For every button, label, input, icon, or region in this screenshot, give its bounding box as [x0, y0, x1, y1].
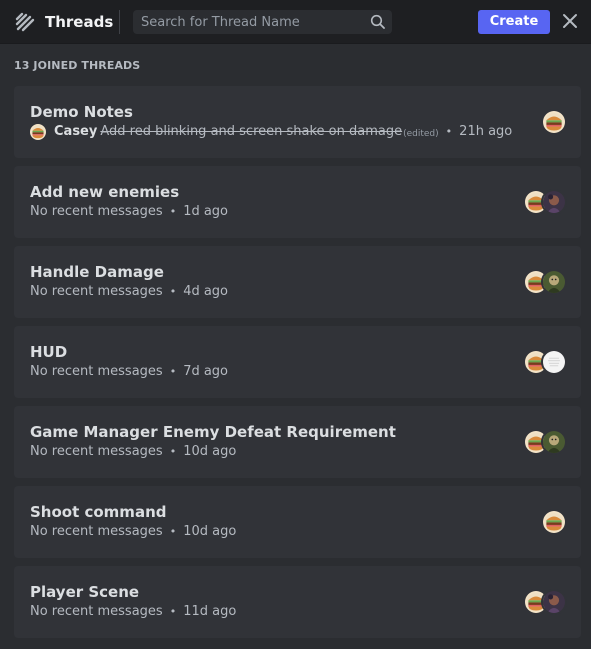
thread-time: 10d ago: [183, 444, 237, 459]
member-avatar: [541, 509, 567, 535]
thread-item[interactable]: Player Scene No recent messages • 11d ag…: [14, 566, 581, 638]
thread-item[interactable]: Demo Notes Casey Add red blinking and sc…: [14, 86, 581, 158]
thread-status: No recent messages • 1d ago: [30, 203, 228, 221]
thread-status: No recent messages • 10d ago: [30, 523, 236, 541]
status-text: No recent messages: [30, 284, 163, 299]
separator-dot: •: [445, 125, 453, 138]
thread-time: 4d ago: [183, 284, 229, 299]
search-icon: [370, 14, 385, 29]
thread-title: HUD: [30, 343, 68, 361]
member-avatars: [541, 109, 567, 135]
member-avatar: [541, 269, 567, 295]
separator-dot: •: [169, 605, 177, 618]
joined-threads-count: 13 JOINED THREADS: [14, 59, 141, 72]
threads-title: Threads: [45, 13, 114, 31]
thread-status: No recent messages • 10d ago: [30, 443, 236, 461]
thread-search: [133, 10, 392, 34]
thread-title: Add new enemies: [30, 183, 180, 201]
thread-list: Demo Notes Casey Add red blinking and sc…: [14, 86, 581, 646]
header-divider: [119, 10, 120, 34]
status-text: No recent messages: [30, 604, 163, 619]
threads-header: Threads Create: [0, 0, 591, 44]
message-author: Casey: [54, 124, 98, 139]
member-avatars: [523, 349, 567, 375]
status-text: No recent messages: [30, 364, 163, 379]
thread-item[interactable]: Handle Damage No recent messages • 4d ag…: [14, 246, 581, 318]
author-avatar: [30, 124, 46, 140]
thread-title: Handle Damage: [30, 263, 164, 281]
edited-tag: (edited): [403, 129, 439, 139]
thread-title: Demo Notes: [30, 103, 133, 121]
create-button[interactable]: Create: [478, 10, 550, 34]
thread-time: 1d ago: [183, 204, 229, 219]
threads-icon: [15, 12, 35, 32]
thread-status: No recent messages • 11d ago: [30, 603, 236, 621]
member-avatars: [523, 429, 567, 455]
close-icon[interactable]: [561, 12, 579, 30]
member-avatars: [523, 269, 567, 295]
thread-time: 21h ago: [459, 124, 513, 139]
status-text: No recent messages: [30, 204, 163, 219]
thread-title: Game Manager Enemy Defeat Requirement: [30, 423, 396, 441]
separator-dot: •: [169, 285, 177, 298]
member-avatar: [541, 589, 567, 615]
member-avatar: [541, 189, 567, 215]
thread-item[interactable]: Shoot command No recent messages • 10d a…: [14, 486, 581, 558]
thread-time: 10d ago: [183, 524, 237, 539]
member-avatars: [523, 189, 567, 215]
status-text: No recent messages: [30, 444, 163, 459]
member-avatars: [541, 509, 567, 535]
thread-status: No recent messages • 7d ago: [30, 363, 228, 381]
search-input[interactable]: [133, 10, 359, 34]
thread-title: Player Scene: [30, 583, 140, 601]
member-avatar: [541, 109, 567, 135]
thread-item[interactable]: HUD No recent messages • 7d ago: [14, 326, 581, 398]
member-avatar: [541, 429, 567, 455]
separator-dot: •: [169, 525, 177, 538]
message-text: Add red blinking and screen shake on dam…: [100, 124, 403, 139]
thread-title: Shoot command: [30, 503, 167, 521]
thread-time: 7d ago: [183, 364, 229, 379]
thread-time: 11d ago: [183, 604, 237, 619]
thread-last-message: Casey Add red blinking and screen shake …: [30, 123, 512, 141]
status-text: No recent messages: [30, 524, 163, 539]
member-avatars: [523, 589, 567, 615]
thread-item[interactable]: Game Manager Enemy Defeat Requirement No…: [14, 406, 581, 478]
thread-status: No recent messages • 4d ago: [30, 283, 228, 301]
member-avatar: [541, 349, 567, 375]
separator-dot: •: [169, 445, 177, 458]
separator-dot: •: [169, 365, 177, 378]
thread-item[interactable]: Add new enemies No recent messages • 1d …: [14, 166, 581, 238]
separator-dot: •: [169, 205, 177, 218]
